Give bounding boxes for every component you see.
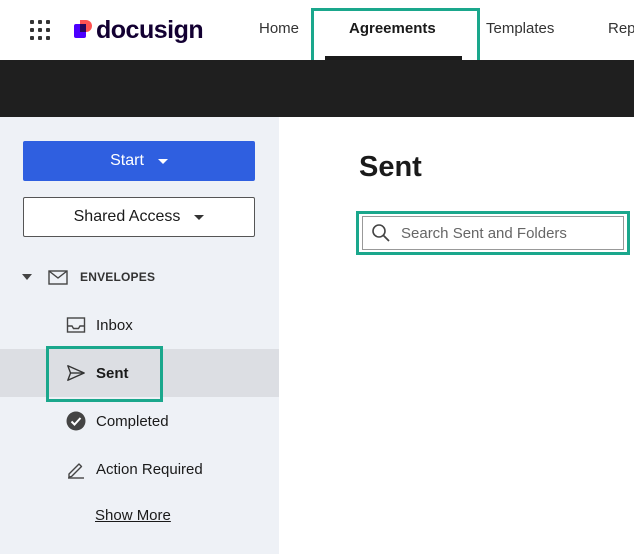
nav-tab-templates[interactable]: Templates [486, 20, 554, 37]
shared-access-button[interactable]: Shared Access [23, 197, 255, 237]
start-button[interactable]: Start [23, 141, 255, 181]
search-box[interactable] [362, 216, 624, 250]
check-circle-icon [66, 411, 86, 431]
envelope-icon [48, 269, 68, 285]
nav-tab-home[interactable]: Home [259, 20, 299, 37]
search-input[interactable] [401, 224, 601, 242]
collapse-caret-icon[interactable] [22, 274, 32, 280]
sidebar-item-label: Action Required [96, 460, 203, 478]
app-switcher-icon[interactable] [30, 20, 50, 40]
chevron-down-icon [194, 214, 205, 220]
sidebar: Start Shared Access ENVELOPES Inbox Sent… [0, 117, 279, 554]
search-icon [372, 224, 390, 242]
envelopes-section-header[interactable]: ENVELOPES [22, 267, 155, 287]
chevron-down-icon [157, 158, 168, 164]
sidebar-item-action-required[interactable]: Action Required [0, 445, 279, 493]
logo-mark-icon [74, 20, 92, 40]
sidebar-item-label: Completed [96, 412, 169, 430]
sidebar-item-label: Sent [96, 364, 129, 382]
sidebar-item-label: Inbox [96, 316, 133, 334]
pencil-icon [66, 459, 86, 479]
envelopes-section-label: ENVELOPES [80, 270, 156, 284]
nav-tab-agreements[interactable]: Agreements [349, 20, 436, 37]
header-band [0, 60, 634, 117]
nav-tab-reports[interactable]: Rep [608, 20, 634, 37]
logo-text: docusign [96, 15, 204, 44]
docusign-logo[interactable]: docusign [74, 15, 204, 44]
inbox-icon [66, 315, 86, 335]
top-navigation-bar: docusign Home Agreements Templates Rep [0, 0, 634, 60]
sidebar-item-completed[interactable]: Completed [0, 397, 279, 445]
sidebar-item-sent[interactable]: Sent [0, 349, 279, 397]
send-icon [66, 363, 86, 383]
show-more-link[interactable]: Show More [95, 507, 171, 524]
sidebar-item-inbox[interactable]: Inbox [0, 301, 279, 349]
shared-access-label: Shared Access [73, 208, 181, 225]
page-title: Sent [359, 151, 422, 183]
start-button-label: Start [110, 152, 144, 169]
